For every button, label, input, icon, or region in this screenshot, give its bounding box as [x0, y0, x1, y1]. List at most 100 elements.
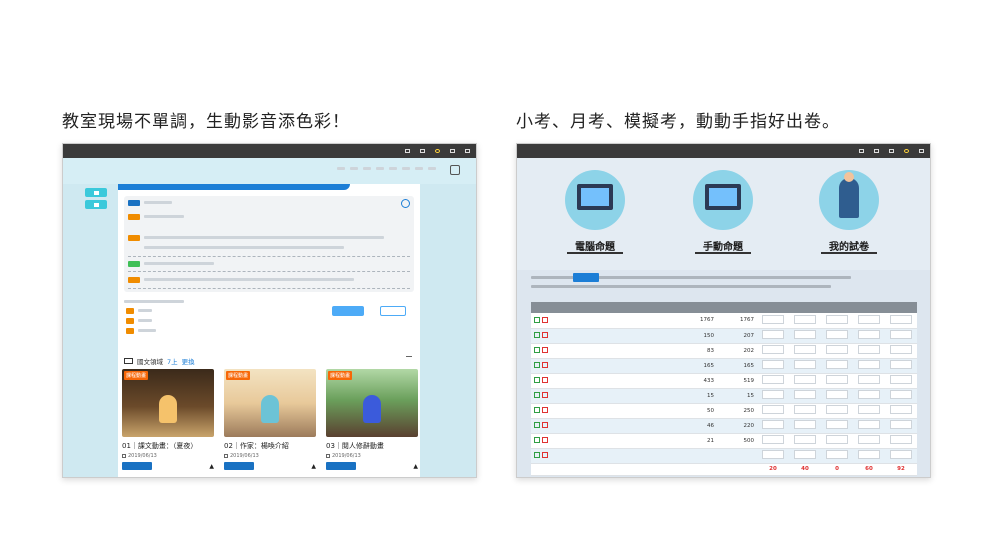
top-nav-item[interactable] — [919, 149, 924, 153]
count-input[interactable] — [858, 420, 880, 429]
video-card[interactable]: 課程動畫 02｜作家：楊喚介紹 2019/06/13 ▲ — [224, 369, 316, 470]
report-link[interactable]: ▲ — [209, 463, 214, 470]
add-icon[interactable] — [542, 422, 548, 429]
row-controls[interactable] — [531, 418, 591, 434]
top-nav-item[interactable] — [405, 149, 410, 153]
expand-icon[interactable] — [534, 437, 540, 444]
video-thumbnail[interactable]: 課程動畫 — [326, 369, 418, 437]
top-nav-item[interactable] — [465, 149, 470, 153]
count-input[interactable] — [826, 360, 848, 369]
side-button[interactable] — [85, 200, 107, 209]
subject-tab[interactable] — [402, 167, 410, 170]
count-input[interactable] — [826, 435, 848, 444]
video-title[interactable]: 01｜課文動畫：（夏夜） — [122, 441, 214, 451]
mode-computer[interactable]: 電腦命題 — [555, 166, 635, 262]
count-input[interactable] — [890, 360, 912, 369]
row-controls[interactable] — [531, 448, 591, 464]
report-link[interactable]: ▲ — [413, 463, 418, 470]
count-input[interactable] — [858, 360, 880, 369]
subject-tab[interactable] — [363, 167, 371, 170]
add-icon[interactable] — [542, 332, 548, 339]
count-input[interactable] — [794, 450, 816, 459]
count-input[interactable] — [826, 420, 848, 429]
expand-icon[interactable] — [534, 317, 540, 323]
row-controls[interactable] — [531, 388, 591, 404]
expand-icon[interactable] — [534, 332, 540, 339]
count-input[interactable] — [858, 314, 880, 324]
top-nav-item[interactable] — [874, 149, 879, 153]
top-nav-item[interactable] — [859, 149, 864, 153]
count-input[interactable] — [762, 330, 784, 339]
row-controls[interactable] — [531, 433, 591, 449]
expand-icon[interactable] — [534, 362, 540, 369]
count-input[interactable] — [858, 390, 880, 399]
expand-icon[interactable] — [534, 392, 540, 399]
count-input[interactable] — [794, 375, 816, 384]
count-input[interactable] — [826, 314, 848, 324]
count-input[interactable] — [794, 390, 816, 399]
reset-button[interactable] — [380, 306, 406, 316]
row-controls[interactable] — [531, 403, 591, 419]
filter-options[interactable] — [144, 246, 344, 249]
collapse-icon[interactable] — [406, 356, 412, 357]
count-input[interactable] — [826, 405, 848, 414]
count-input[interactable] — [762, 420, 784, 429]
row-controls[interactable] — [531, 313, 591, 329]
mode-my-papers[interactable]: 我的試卷 — [809, 166, 889, 262]
count-input[interactable] — [762, 314, 784, 324]
search-button[interactable] — [332, 306, 364, 316]
count-input[interactable] — [890, 450, 912, 459]
expand-icon[interactable] — [534, 377, 540, 384]
filter-options[interactable] — [144, 278, 354, 281]
top-nav-item-active[interactable] — [435, 149, 440, 153]
count-input[interactable] — [890, 314, 912, 324]
row-controls[interactable] — [531, 373, 591, 389]
count-input[interactable] — [794, 405, 816, 414]
count-input[interactable] — [762, 360, 784, 369]
video-thumbnail[interactable]: 課程動畫 — [122, 369, 214, 437]
count-input[interactable] — [890, 405, 912, 414]
change-link[interactable]: 更換 — [182, 356, 195, 366]
count-input[interactable] — [890, 330, 912, 339]
video-title[interactable]: 03｜閱人修辭動畫 — [326, 441, 418, 451]
count-input[interactable] — [794, 420, 816, 429]
row-controls[interactable] — [531, 343, 591, 359]
video-card[interactable]: 課程動畫 01｜課文動畫：（夏夜） 2019/06/13 ▲ — [122, 369, 214, 470]
add-icon[interactable] — [542, 437, 548, 444]
count-input[interactable] — [890, 375, 912, 384]
subject-tab[interactable] — [389, 167, 397, 170]
count-input[interactable] — [794, 345, 816, 354]
video-title[interactable]: 02｜作家：楊喚介紹 — [224, 441, 316, 451]
top-nav-item-active[interactable] — [904, 149, 909, 153]
count-input[interactable] — [858, 375, 880, 384]
count-input[interactable] — [890, 345, 912, 354]
report-link[interactable]: ▲ — [311, 463, 316, 470]
add-icon[interactable] — [542, 452, 548, 459]
count-input[interactable] — [794, 435, 816, 444]
expand-icon[interactable] — [534, 452, 540, 459]
user-icon[interactable] — [450, 165, 460, 175]
add-icon[interactable] — [542, 362, 548, 369]
count-input[interactable] — [858, 450, 880, 459]
count-input[interactable] — [890, 435, 912, 444]
subject-tab[interactable] — [376, 167, 384, 170]
add-icon[interactable] — [542, 347, 548, 354]
count-input[interactable] — [794, 360, 816, 369]
grade-tab[interactable]: 7上 — [167, 356, 178, 366]
row-controls[interactable] — [531, 328, 591, 344]
count-input[interactable] — [762, 450, 784, 459]
subject-tab[interactable] — [350, 167, 358, 170]
count-input[interactable] — [762, 435, 784, 444]
expand-icon[interactable] — [534, 422, 540, 429]
count-input[interactable] — [794, 314, 816, 324]
top-nav-item[interactable] — [420, 149, 425, 153]
count-input[interactable] — [826, 345, 848, 354]
video-card[interactable]: 課程動畫 03｜閱人修辭動畫 2019/06/13 ▲ — [326, 369, 418, 470]
count-input[interactable] — [762, 405, 784, 414]
add-icon[interactable] — [542, 317, 548, 323]
subject-tab[interactable] — [428, 167, 436, 170]
count-input[interactable] — [858, 405, 880, 414]
row-controls[interactable] — [531, 358, 591, 374]
subject-tab[interactable] — [337, 167, 345, 170]
subject-tab[interactable] — [415, 167, 423, 170]
